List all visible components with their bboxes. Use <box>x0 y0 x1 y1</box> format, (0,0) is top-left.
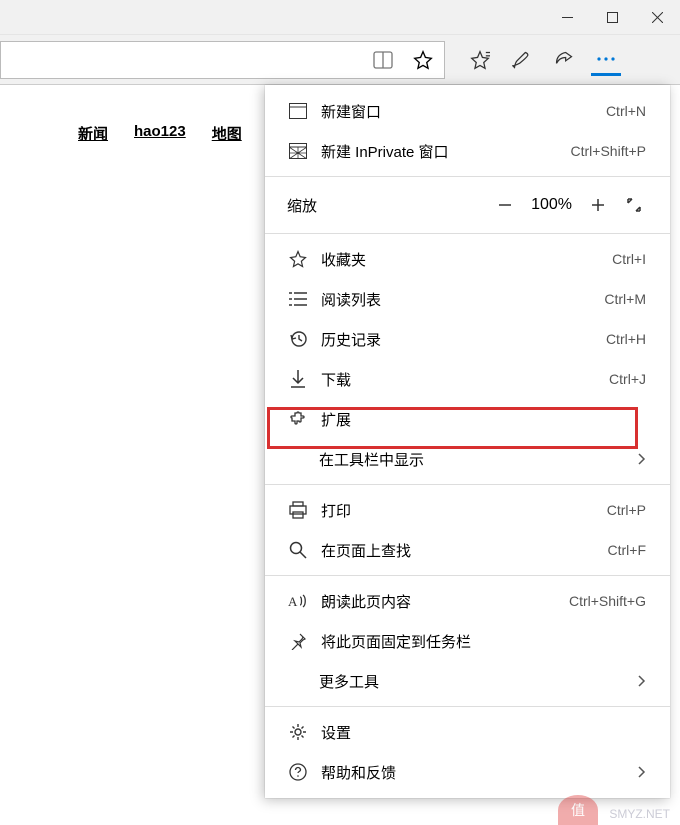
watermark-badge: 值 <box>558 795 598 825</box>
chevron-right-icon <box>638 766 646 778</box>
menu-separator <box>265 575 670 576</box>
menu-label: 将此页面固定到任务栏 <box>321 631 646 652</box>
share-icon[interactable] <box>549 45 579 75</box>
print-icon <box>287 499 309 521</box>
menu-shortcut: Ctrl+P <box>607 502 646 518</box>
menu-read-aloud[interactable]: A 朗读此页内容 Ctrl+Shift+G <box>265 581 670 621</box>
menu-label: 在页面上查找 <box>321 540 608 561</box>
help-icon <box>287 761 309 783</box>
extension-icon <box>287 408 309 430</box>
menu-pin-taskbar[interactable]: 将此页面固定到任务栏 <box>265 621 670 661</box>
window-icon <box>287 100 309 122</box>
menu-history[interactable]: 历史记录 Ctrl+H <box>265 319 670 359</box>
menu-settings[interactable]: 设置 <box>265 712 670 752</box>
minimize-button[interactable] <box>545 0 590 35</box>
read-aloud-icon: A <box>287 590 309 612</box>
zoom-value: 100% <box>523 196 580 214</box>
menu-shortcut: Ctrl+F <box>608 542 647 558</box>
close-button[interactable] <box>635 0 680 35</box>
menu-label: 阅读列表 <box>321 289 604 310</box>
gear-icon <box>287 721 309 743</box>
pin-icon <box>287 630 309 652</box>
chevron-right-icon <box>638 675 646 687</box>
menu-shortcut: Ctrl+N <box>606 103 646 119</box>
favorite-star-icon[interactable] <box>408 45 438 75</box>
menu-label: 打印 <box>321 500 607 521</box>
menu-shortcut: Ctrl+Shift+G <box>569 593 646 609</box>
menu-print[interactable]: 打印 Ctrl+P <box>265 490 670 530</box>
page-link[interactable]: 地图 <box>212 123 242 144</box>
star-icon <box>287 248 309 270</box>
menu-label: 帮助和反馈 <box>321 762 638 783</box>
zoom-in-button[interactable] <box>580 187 616 223</box>
zoom-label: 缩放 <box>287 195 317 216</box>
favorites-hub-icon[interactable] <box>465 45 495 75</box>
menu-shortcut: Ctrl+M <box>604 291 646 307</box>
menu-label: 设置 <box>321 722 646 743</box>
url-box[interactable] <box>0 41 445 79</box>
menu-shortcut: Ctrl+I <box>612 251 646 267</box>
fullscreen-button[interactable] <box>616 187 652 223</box>
menu-label: 朗读此页内容 <box>321 591 569 612</box>
toolbar-icons <box>445 45 621 75</box>
address-bar <box>0 35 680 85</box>
reading-view-icon[interactable] <box>368 45 398 75</box>
menu-shortcut: Ctrl+Shift+P <box>571 143 646 159</box>
menu-downloads[interactable]: 下载 Ctrl+J <box>265 359 670 399</box>
window-titlebar <box>0 0 680 35</box>
menu-label: 新建窗口 <box>321 101 606 122</box>
chevron-right-icon <box>638 453 646 465</box>
menu-shortcut: Ctrl+J <box>609 371 646 387</box>
menu-new-inprivate[interactable]: 新建 InPrivate 窗口 Ctrl+Shift+P <box>265 131 670 171</box>
menu-separator <box>265 484 670 485</box>
more-menu-button[interactable] <box>591 46 621 76</box>
menu-more-tools[interactable]: 更多工具 <box>265 661 670 701</box>
menu-separator <box>265 176 670 177</box>
menu-reading-list[interactable]: 阅读列表 Ctrl+M <box>265 279 670 319</box>
settings-menu: 新建窗口 Ctrl+N 新建 InPrivate 窗口 Ctrl+Shift+P… <box>265 85 670 798</box>
menu-help[interactable]: 帮助和反馈 <box>265 752 670 792</box>
watermark-text: SMYZ.NET <box>609 807 670 821</box>
menu-zoom: 缩放 100% <box>265 182 670 228</box>
menu-label: 下载 <box>321 369 609 390</box>
menu-label: 收藏夹 <box>321 249 612 270</box>
download-icon <box>287 368 309 390</box>
history-icon <box>287 328 309 350</box>
page-link[interactable]: hao123 <box>134 123 186 144</box>
menu-shortcut: Ctrl+H <box>606 331 646 347</box>
menu-label: 扩展 <box>321 409 646 430</box>
menu-label: 更多工具 <box>319 671 638 692</box>
page-link[interactable]: 新闻 <box>78 123 108 144</box>
menu-label: 在工具栏中显示 <box>319 449 638 470</box>
menu-separator <box>265 233 670 234</box>
web-note-icon[interactable] <box>507 45 537 75</box>
menu-favorites[interactable]: 收藏夹 Ctrl+I <box>265 239 670 279</box>
menu-show-in-toolbar[interactable]: 在工具栏中显示 <box>265 439 670 479</box>
maximize-button[interactable] <box>590 0 635 35</box>
reading-list-icon <box>287 288 309 310</box>
menu-separator <box>265 706 670 707</box>
menu-new-window[interactable]: 新建窗口 Ctrl+N <box>265 91 670 131</box>
zoom-out-button[interactable] <box>487 187 523 223</box>
svg-text:A: A <box>288 594 298 609</box>
search-icon <box>287 539 309 561</box>
menu-find[interactable]: 在页面上查找 Ctrl+F <box>265 530 670 570</box>
menu-label: 历史记录 <box>321 329 606 350</box>
menu-label: 新建 InPrivate 窗口 <box>321 141 571 162</box>
menu-extensions[interactable]: 扩展 <box>265 399 670 439</box>
inprivate-icon <box>287 140 309 162</box>
